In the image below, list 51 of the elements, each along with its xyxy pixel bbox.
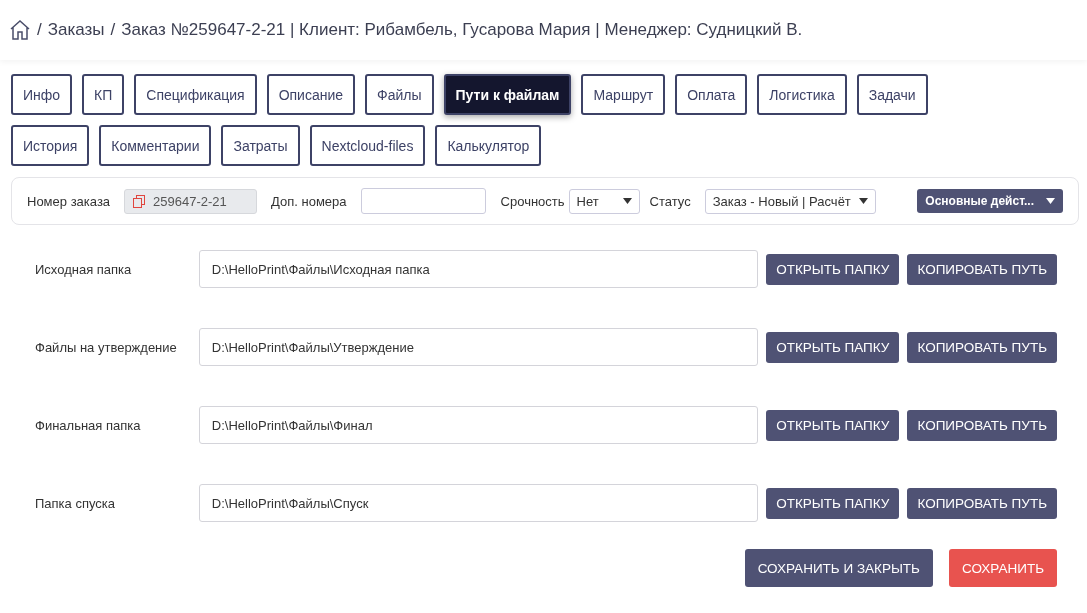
field-label: Номер заказа [27,193,111,209]
tab[interactable]: Оплата [675,74,748,115]
path-input[interactable]: D:\HelloPrint\Файлы\Финал [198,406,759,444]
copy-icon[interactable] [133,194,146,208]
open-folder-button[interactable]: ОТКРЫТЬ ПАПКУ [766,409,900,441]
tab[interactable]: Описание [266,74,356,115]
breadcrumb-link[interactable]: Заказы [47,20,105,40]
field-label: Доп. номера [271,193,347,209]
field-label: Финальная папка [35,417,142,433]
save-and-close-button[interactable]: СОХРАНИТЬ И ЗАКРЫТЬ [744,549,933,587]
tab[interactable]: Пути к файлам [443,74,572,115]
copy-path-button[interactable]: КОПИРОВАТЬ ПУТЬ [907,331,1057,363]
path-input[interactable]: D:\HelloPrint\Файлы\Спуск [198,484,759,522]
caret-icon [858,198,868,204]
home-icon[interactable] [9,20,31,40]
path-input[interactable]: D:\HelloPrint\Файлы\Утверждение [198,328,759,366]
tab[interactable]: Инфо [11,74,73,115]
field-label: Файлы на утверждение [35,339,178,355]
breadcrumb-current: Заказ №259647-2-21 | Клиент: Рибамбель, Гусарова Мария | Менеджер: Судницкий В. [121,20,803,40]
tab[interactable]: Калькулятор [435,125,542,166]
tab[interactable]: Файлы [365,74,434,115]
status-select[interactable]: Заказ - Новый | Расчёт [704,188,876,214]
field-label: Срочность [500,193,565,209]
open-folder-button[interactable]: ОТКРЫТЬ ПАПКУ [766,331,900,363]
breadcrumb-separator: / [37,20,42,40]
tab[interactable]: Логистика [757,74,847,115]
tab[interactable]: Задачи [856,74,928,115]
breadcrumb-separator: / [110,20,116,40]
tab[interactable]: Маршрут [581,74,666,115]
extra-numbers-input[interactable] [360,188,486,214]
tab[interactable]: Спецификация [134,74,257,115]
open-folder-button[interactable]: ОТКРЫТЬ ПАПКУ [766,487,900,519]
copy-path-button[interactable]: КОПИРОВАТЬ ПУТЬ [907,487,1057,519]
tab[interactable]: Комментарии [99,125,212,166]
tab[interactable]: КП [82,74,125,115]
copy-path-button[interactable]: КОПИРОВАТЬ ПУТЬ [907,409,1057,441]
urgency-select[interactable]: Нет [568,188,640,214]
field-label: Исходная папка [35,261,133,277]
path-input[interactable]: D:\HelloPrint\Файлы\Исходная папка [198,250,759,288]
main-actions-button[interactable]: Основные дейст... [917,189,1063,213]
tab[interactable]: Nextcloud-files [309,125,426,166]
caret-icon [622,198,632,204]
copy-path-button[interactable]: КОПИРОВАТЬ ПУТЬ [907,253,1057,285]
field-label: Папка спуска [35,495,117,511]
open-folder-button[interactable]: ОТКРЫТЬ ПАПКУ [766,253,900,285]
caret-icon [1046,198,1055,204]
tab[interactable]: Затраты [221,125,300,166]
field-label: Статус [649,193,691,209]
order-number-field: 259647-2-21 [124,188,258,214]
tab[interactable]: История [11,125,90,166]
save-button[interactable]: СОХРАНИТЬ [949,549,1057,587]
